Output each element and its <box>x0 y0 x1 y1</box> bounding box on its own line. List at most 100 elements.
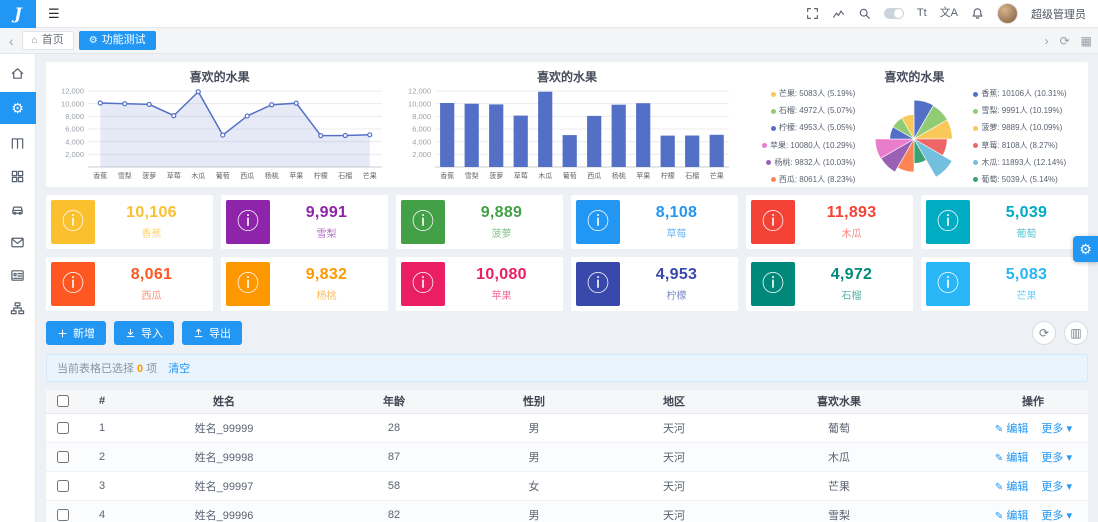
column-settings-icon[interactable]: ▥ <box>1064 321 1088 345</box>
row-checkbox[interactable] <box>57 479 69 492</box>
stat-card-9[interactable]: ⓘ 10,080 苹果 <box>396 257 563 311</box>
tab-function-test[interactable]: ⚙ 功能测试 <box>78 31 156 50</box>
stat-card-10[interactable]: ⓘ 4,953 柠檬 <box>571 257 738 311</box>
add-button[interactable]: 新增 <box>46 321 106 345</box>
header-tools: Tt 文A 超级管理员 <box>806 3 1098 24</box>
card-value: 4,972 <box>830 266 873 283</box>
stat-card-12[interactable]: ⓘ 5,083 芒果 <box>921 257 1088 311</box>
row-checkbox[interactable] <box>57 508 69 521</box>
export-button[interactable]: 导出 <box>182 321 242 345</box>
sidebar-item-docs[interactable] <box>0 129 36 157</box>
svg-text:4,000: 4,000 <box>65 137 84 146</box>
tabs-scroll-right-icon[interactable]: › <box>1045 35 1049 47</box>
sidebar-item-modules[interactable] <box>0 162 36 190</box>
more-link[interactable]: 更多 ▾ <box>1041 423 1072 435</box>
edit-link[interactable]: ✎ 编辑 <box>995 423 1028 435</box>
clear-selection-link[interactable]: 清空 <box>168 363 190 375</box>
fullscreen-icon[interactable] <box>806 7 819 20</box>
stat-card-1[interactable]: ⓘ 10,106 香蕉 <box>46 195 213 249</box>
font-size-button[interactable]: Tt <box>917 8 927 19</box>
pie-label-text: 葡萄: 5039人 (5.14%) <box>981 174 1058 184</box>
edit-link[interactable]: ✎ 编辑 <box>995 481 1028 493</box>
settings-drawer-button[interactable]: ⚙ <box>1073 236 1098 262</box>
pie-label-text: 草莓: 8108人 (8.27%) <box>981 140 1058 150</box>
line-chart-title: 喜欢的水果 <box>189 70 250 84</box>
row-ops: ✎ 编辑 更多 ▾ <box>934 442 1088 472</box>
sidebar-item-home[interactable] <box>0 59 36 87</box>
row-name: 姓名_99998 <box>124 442 324 472</box>
tabs-scroll-left-icon[interactable]: ‹ <box>6 34 17 48</box>
svg-text:12,000: 12,000 <box>408 87 431 96</box>
stat-card-4[interactable]: ⓘ 8,108 草莓 <box>571 195 738 249</box>
row-checkbox[interactable] <box>57 450 69 463</box>
card-value: 8,061 <box>130 266 173 283</box>
stat-card-3[interactable]: ⓘ 9,889 菠萝 <box>396 195 563 249</box>
edit-link[interactable]: ✎ 编辑 <box>995 510 1028 522</box>
info-icon: ⓘ <box>51 262 95 306</box>
card-value: 8,108 <box>655 204 698 221</box>
svg-text:木瓜: 木瓜 <box>538 171 552 180</box>
sidebar-item-mail[interactable] <box>0 228 36 256</box>
row-index: 3 <box>80 471 124 501</box>
svg-text:草莓: 草莓 <box>514 171 528 180</box>
more-link[interactable]: 更多 ▾ <box>1041 452 1072 464</box>
search-icon[interactable] <box>858 7 871 20</box>
tab-list-icon[interactable]: ▦ <box>1081 35 1092 47</box>
pie-chart-area: 芒果: 5083人 (5.19%) 石榴: 4972人 (5.07%) 柠檬: 49… <box>741 87 1088 187</box>
import-icon <box>126 328 135 337</box>
info-icon: ⓘ <box>576 200 620 244</box>
bell-icon[interactable] <box>971 7 984 20</box>
legend-dot <box>770 91 776 97</box>
svg-text:芒果: 芒果 <box>362 171 376 180</box>
sidebar-item-reports[interactable] <box>0 294 36 322</box>
tab-refresh-icon[interactable]: ⟳ <box>1060 35 1070 47</box>
chart-shortcut-icon[interactable] <box>832 7 845 20</box>
stat-card-6[interactable]: ⓘ 5,039 葡萄 <box>921 195 1088 249</box>
stat-card-8[interactable]: ⓘ 9,832 杨桃 <box>221 257 388 311</box>
svg-text:苹果: 苹果 <box>636 171 650 180</box>
import-button[interactable]: 导入 <box>114 321 174 345</box>
edit-link[interactable]: ✎ 编辑 <box>995 452 1028 464</box>
stat-card-7[interactable]: ⓘ 8,061 西瓜 <box>46 257 213 311</box>
sidebar-item-card[interactable] <box>0 261 36 289</box>
stat-card-2[interactable]: ⓘ 9,991 雪梨 <box>221 195 388 249</box>
stat-card-5[interactable]: ⓘ 11,893 木瓜 <box>746 195 913 249</box>
svg-text:雪梨: 雪梨 <box>465 171 479 180</box>
svg-text:西瓜: 西瓜 <box>240 172 254 180</box>
app-logo[interactable]: J <box>0 0 36 28</box>
row-name: 姓名_99997 <box>124 471 324 501</box>
col-header-5: 地区 <box>604 390 744 414</box>
avatar[interactable] <box>997 3 1018 24</box>
svg-text:10,000: 10,000 <box>61 99 84 108</box>
add-button-label: 新增 <box>73 328 95 340</box>
col-header-3: 年龄 <box>324 390 464 414</box>
tab-home[interactable]: ⌂ 首页 <box>21 31 74 50</box>
card-body: 5,083 芒果 <box>970 266 1083 302</box>
row-checkbox[interactable] <box>57 421 69 434</box>
select-all-checkbox[interactable] <box>57 395 69 408</box>
sidebar: ⚙ <box>0 54 36 522</box>
pie-label: 石榴: 4972人 (5.07%) <box>733 107 855 115</box>
card-body: 11,893 木瓜 <box>795 204 908 240</box>
pie-label: 柠檬: 4953人 (5.05%) <box>733 124 855 132</box>
info-icon: ⓘ <box>926 200 970 244</box>
stat-card-11[interactable]: ⓘ 4,972 石榴 <box>746 257 913 311</box>
table-row: 3 姓名_99997 58 女 天河 芒果 ✎ 编辑 更多 ▾ <box>46 471 1088 501</box>
more-link[interactable]: 更多 ▾ <box>1041 481 1072 493</box>
sidebar-item-vehicle[interactable] <box>0 195 36 223</box>
card-body: 10,106 香蕉 <box>95 204 208 240</box>
pie-chart-svg <box>875 99 953 178</box>
card-label: 木瓜 <box>841 229 862 240</box>
sidebar-item-function-test[interactable]: ⚙ <box>0 92 36 124</box>
more-link[interactable]: 更多 ▾ <box>1041 510 1072 522</box>
svg-text:芒果: 芒果 <box>710 171 724 180</box>
import-button-label: 导入 <box>141 328 163 340</box>
translate-button[interactable]: 文A <box>940 8 958 19</box>
username[interactable]: 超级管理员 <box>1031 6 1086 22</box>
selection-bar: 当前表格已选择 0 项 清空 <box>46 354 1088 382</box>
theme-toggle[interactable] <box>883 8 904 19</box>
refresh-grid-icon[interactable]: ⟳ <box>1032 321 1056 345</box>
menu-toggle-icon[interactable]: ☰ <box>48 6 60 22</box>
main-layout: ⚙ 喜欢的水果 2,000 4,000 6,000 8,000 10,000 12,000… <box>0 54 1098 522</box>
card-value: 5,039 <box>1005 204 1048 221</box>
